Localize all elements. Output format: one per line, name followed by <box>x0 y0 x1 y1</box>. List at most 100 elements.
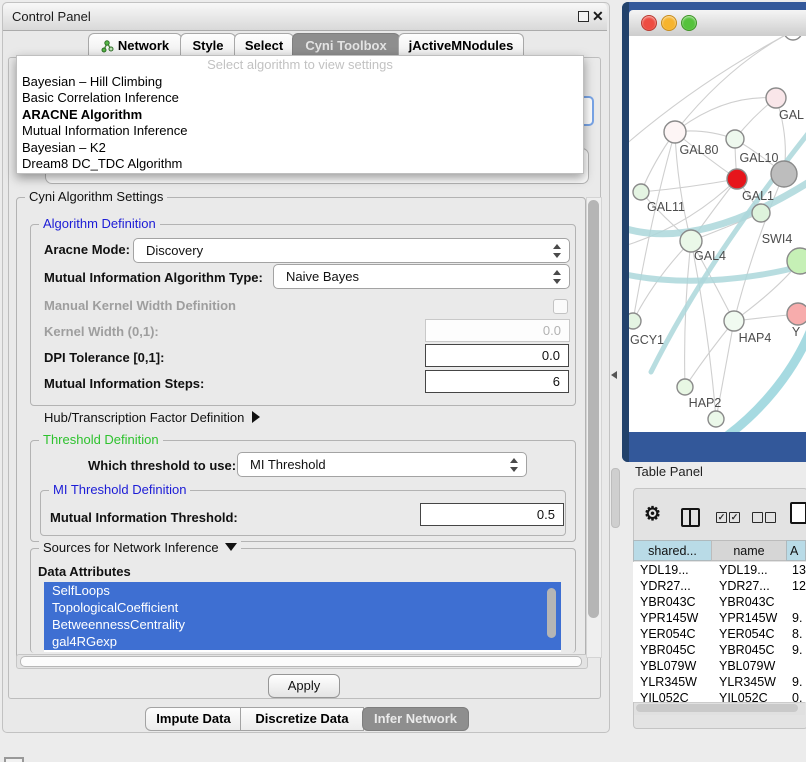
gear-icon[interactable]: ⚙ <box>644 503 661 526</box>
table-horizontal-scrollbar-thumb[interactable] <box>636 704 798 712</box>
network-window-frame-edge <box>622 2 629 462</box>
network-node[interactable] <box>752 204 770 222</box>
table-row[interactable]: YLR345WYLR345W9. <box>633 674 806 690</box>
table-row[interactable]: YPR145WYPR145W9. <box>633 610 806 626</box>
column-header[interactable]: shared... <box>633 540 712 561</box>
table-row[interactable]: YBR043CYBR043C <box>633 594 806 610</box>
algorithm-dropdown-popup: Select algorithm to view settings Bayesi… <box>16 55 584 174</box>
table-row[interactable]: YBL079WYBL079W <box>633 658 806 674</box>
data-attributes-list[interactable]: SelfLoopsTopologicalCoefficientBetweenne… <box>44 582 561 652</box>
algorithm-option[interactable]: Dream8 DC_TDC Algorithm <box>17 156 583 172</box>
aracne-mode-select[interactable]: Discovery <box>133 238 570 263</box>
tab-infer-network[interactable]: Infer Network <box>362 707 469 731</box>
group-title: Threshold Definition <box>39 432 163 447</box>
split-columns-icon[interactable] <box>681 508 700 527</box>
close-traffic-light-icon[interactable] <box>641 15 657 31</box>
kernel-width-field[interactable]: 0.0 <box>425 319 570 342</box>
algorithm-option[interactable]: Basic Correlation Inference <box>17 90 583 106</box>
algorithm-list: Bayesian – Hill ClimbingBasic Correlatio… <box>17 74 583 172</box>
network-edge[interactable] <box>641 179 737 192</box>
network-tab-icon <box>101 40 114 53</box>
minimize-traffic-light-icon[interactable] <box>661 15 677 31</box>
control-panel-titlebar <box>3 3 607 31</box>
panel-splitter-handle[interactable] <box>611 468 620 528</box>
list-scrollbar-thumb[interactable] <box>547 588 556 638</box>
apply-button[interactable]: Apply <box>268 674 340 698</box>
mi-threshold-field[interactable]: 0.5 <box>420 503 564 526</box>
splitter-collapse-arrow[interactable] <box>611 371 617 379</box>
network-node-label: GAL1 <box>742 189 774 203</box>
table-row[interactable]: YDL19...YDL19...13 <box>633 562 806 578</box>
close-icon[interactable]: ✕ <box>592 3 604 30</box>
network-node[interactable] <box>784 36 802 40</box>
app-background: Control Panel ✕ Network Style Select Cyn… <box>0 0 806 762</box>
tab-impute-data[interactable]: Impute Data <box>145 707 242 731</box>
horizontal-scrollbar[interactable] <box>16 654 588 669</box>
float-window-icon[interactable] <box>578 11 589 22</box>
network-node[interactable] <box>766 88 786 108</box>
network-node[interactable] <box>726 130 744 148</box>
spinner-arrows-icon <box>509 457 518 473</box>
column-header[interactable]: name <box>711 540 787 561</box>
table-row[interactable]: YBR045CYBR045C9. <box>633 642 806 658</box>
zoom-traffic-light-icon[interactable] <box>681 15 697 31</box>
tab-discretize-data[interactable]: Discretize Data <box>240 707 364 731</box>
mi-algorithm-type-select[interactable]: Naive Bayes <box>273 264 570 289</box>
table-row[interactable]: YIL052CYIL052C0. <box>633 690 806 702</box>
table-row[interactable]: YDR27...YDR27...12 <box>633 578 806 594</box>
algorithm-option[interactable]: Bayesian – Hill Climbing <box>17 74 583 90</box>
checked-checkbox-icon[interactable]: ✓ <box>729 512 740 523</box>
network-node-label: HAP2 <box>689 396 722 410</box>
network-node[interactable] <box>727 169 747 189</box>
sources-toggle[interactable]: Sources for Network Inference <box>39 540 241 555</box>
network-edge[interactable] <box>685 241 691 387</box>
table-body: YDL19...YDL19...13YDR27...YDR27...12YBR0… <box>633 562 806 702</box>
network-node[interactable] <box>677 379 693 395</box>
dock-window-icon[interactable] <box>4 757 24 762</box>
network-node[interactable] <box>787 303 806 325</box>
network-node[interactable] <box>629 313 641 329</box>
vertical-scrollbar-thumb[interactable] <box>588 200 599 618</box>
network-node[interactable] <box>708 411 724 427</box>
network-node[interactable] <box>771 161 797 187</box>
group-title: MI Threshold Definition <box>49 482 190 497</box>
network-node[interactable] <box>724 311 744 331</box>
dpi-tolerance-field[interactable]: 0.0 <box>425 344 569 367</box>
attribute-item[interactable]: BetweennessCentrality <box>44 616 561 633</box>
attribute-item[interactable]: gal4RGexp <box>44 633 561 650</box>
hub-definition-toggle[interactable]: Hub/Transcription Factor Definition <box>44 408 260 428</box>
unchecked-checkbox-icon[interactable] <box>765 512 776 523</box>
group-title: Cyni Algorithm Settings <box>25 189 167 204</box>
network-node[interactable] <box>787 248 806 274</box>
network-node-label: GAL10 <box>740 151 779 165</box>
network-edge[interactable] <box>675 98 776 132</box>
attribute-item[interactable]: SelfLoops <box>44 582 561 599</box>
network-node[interactable] <box>633 184 649 200</box>
mi-steps-field[interactable]: 6 <box>425 370 569 393</box>
network-node[interactable] <box>664 121 686 143</box>
checked-checkbox-icon[interactable]: ✓ <box>716 512 727 523</box>
algorithm-option[interactable]: ARACNE Algorithm <box>17 107 583 123</box>
manual-kernel-label: Manual Kernel Width Definition <box>44 296 236 316</box>
manual-kernel-checkbox[interactable] <box>553 299 568 314</box>
attribute-item[interactable]: TopologicalCoefficient <box>44 599 561 616</box>
table-row[interactable]: YER054CYER054C8. <box>633 626 806 642</box>
expanded-arrow-icon <box>225 543 237 551</box>
horizontal-scrollbar-thumb[interactable] <box>20 656 582 667</box>
document-icon[interactable] <box>790 502 806 524</box>
algorithm-option[interactable]: Bayesian – K2 <box>17 140 583 156</box>
aracne-mode-value: Discovery <box>146 243 203 258</box>
unchecked-checkbox-icon[interactable] <box>752 512 763 523</box>
which-threshold-select[interactable]: MI Threshold <box>237 452 527 477</box>
network-view[interactable]: GALGAL80GAL10GAL11GAL1GAL4SWI4GCY1HAP4YH… <box>629 36 806 432</box>
algorithm-option[interactable]: Mutual Information Inference <box>17 123 583 139</box>
network-edge[interactable] <box>675 36 793 132</box>
network-edge-thick[interactable] <box>727 332 806 432</box>
network-edge[interactable] <box>633 132 675 321</box>
algorithm-placeholder: Select algorithm to view settings <box>17 56 583 74</box>
table-panel-title: Table Panel <box>635 462 703 482</box>
network-edge-thick[interactable] <box>629 264 806 281</box>
spinner-arrows-icon <box>552 243 561 259</box>
column-header[interactable]: A <box>786 540 806 561</box>
mi-steps-label: Mutual Information Steps: <box>44 374 204 394</box>
